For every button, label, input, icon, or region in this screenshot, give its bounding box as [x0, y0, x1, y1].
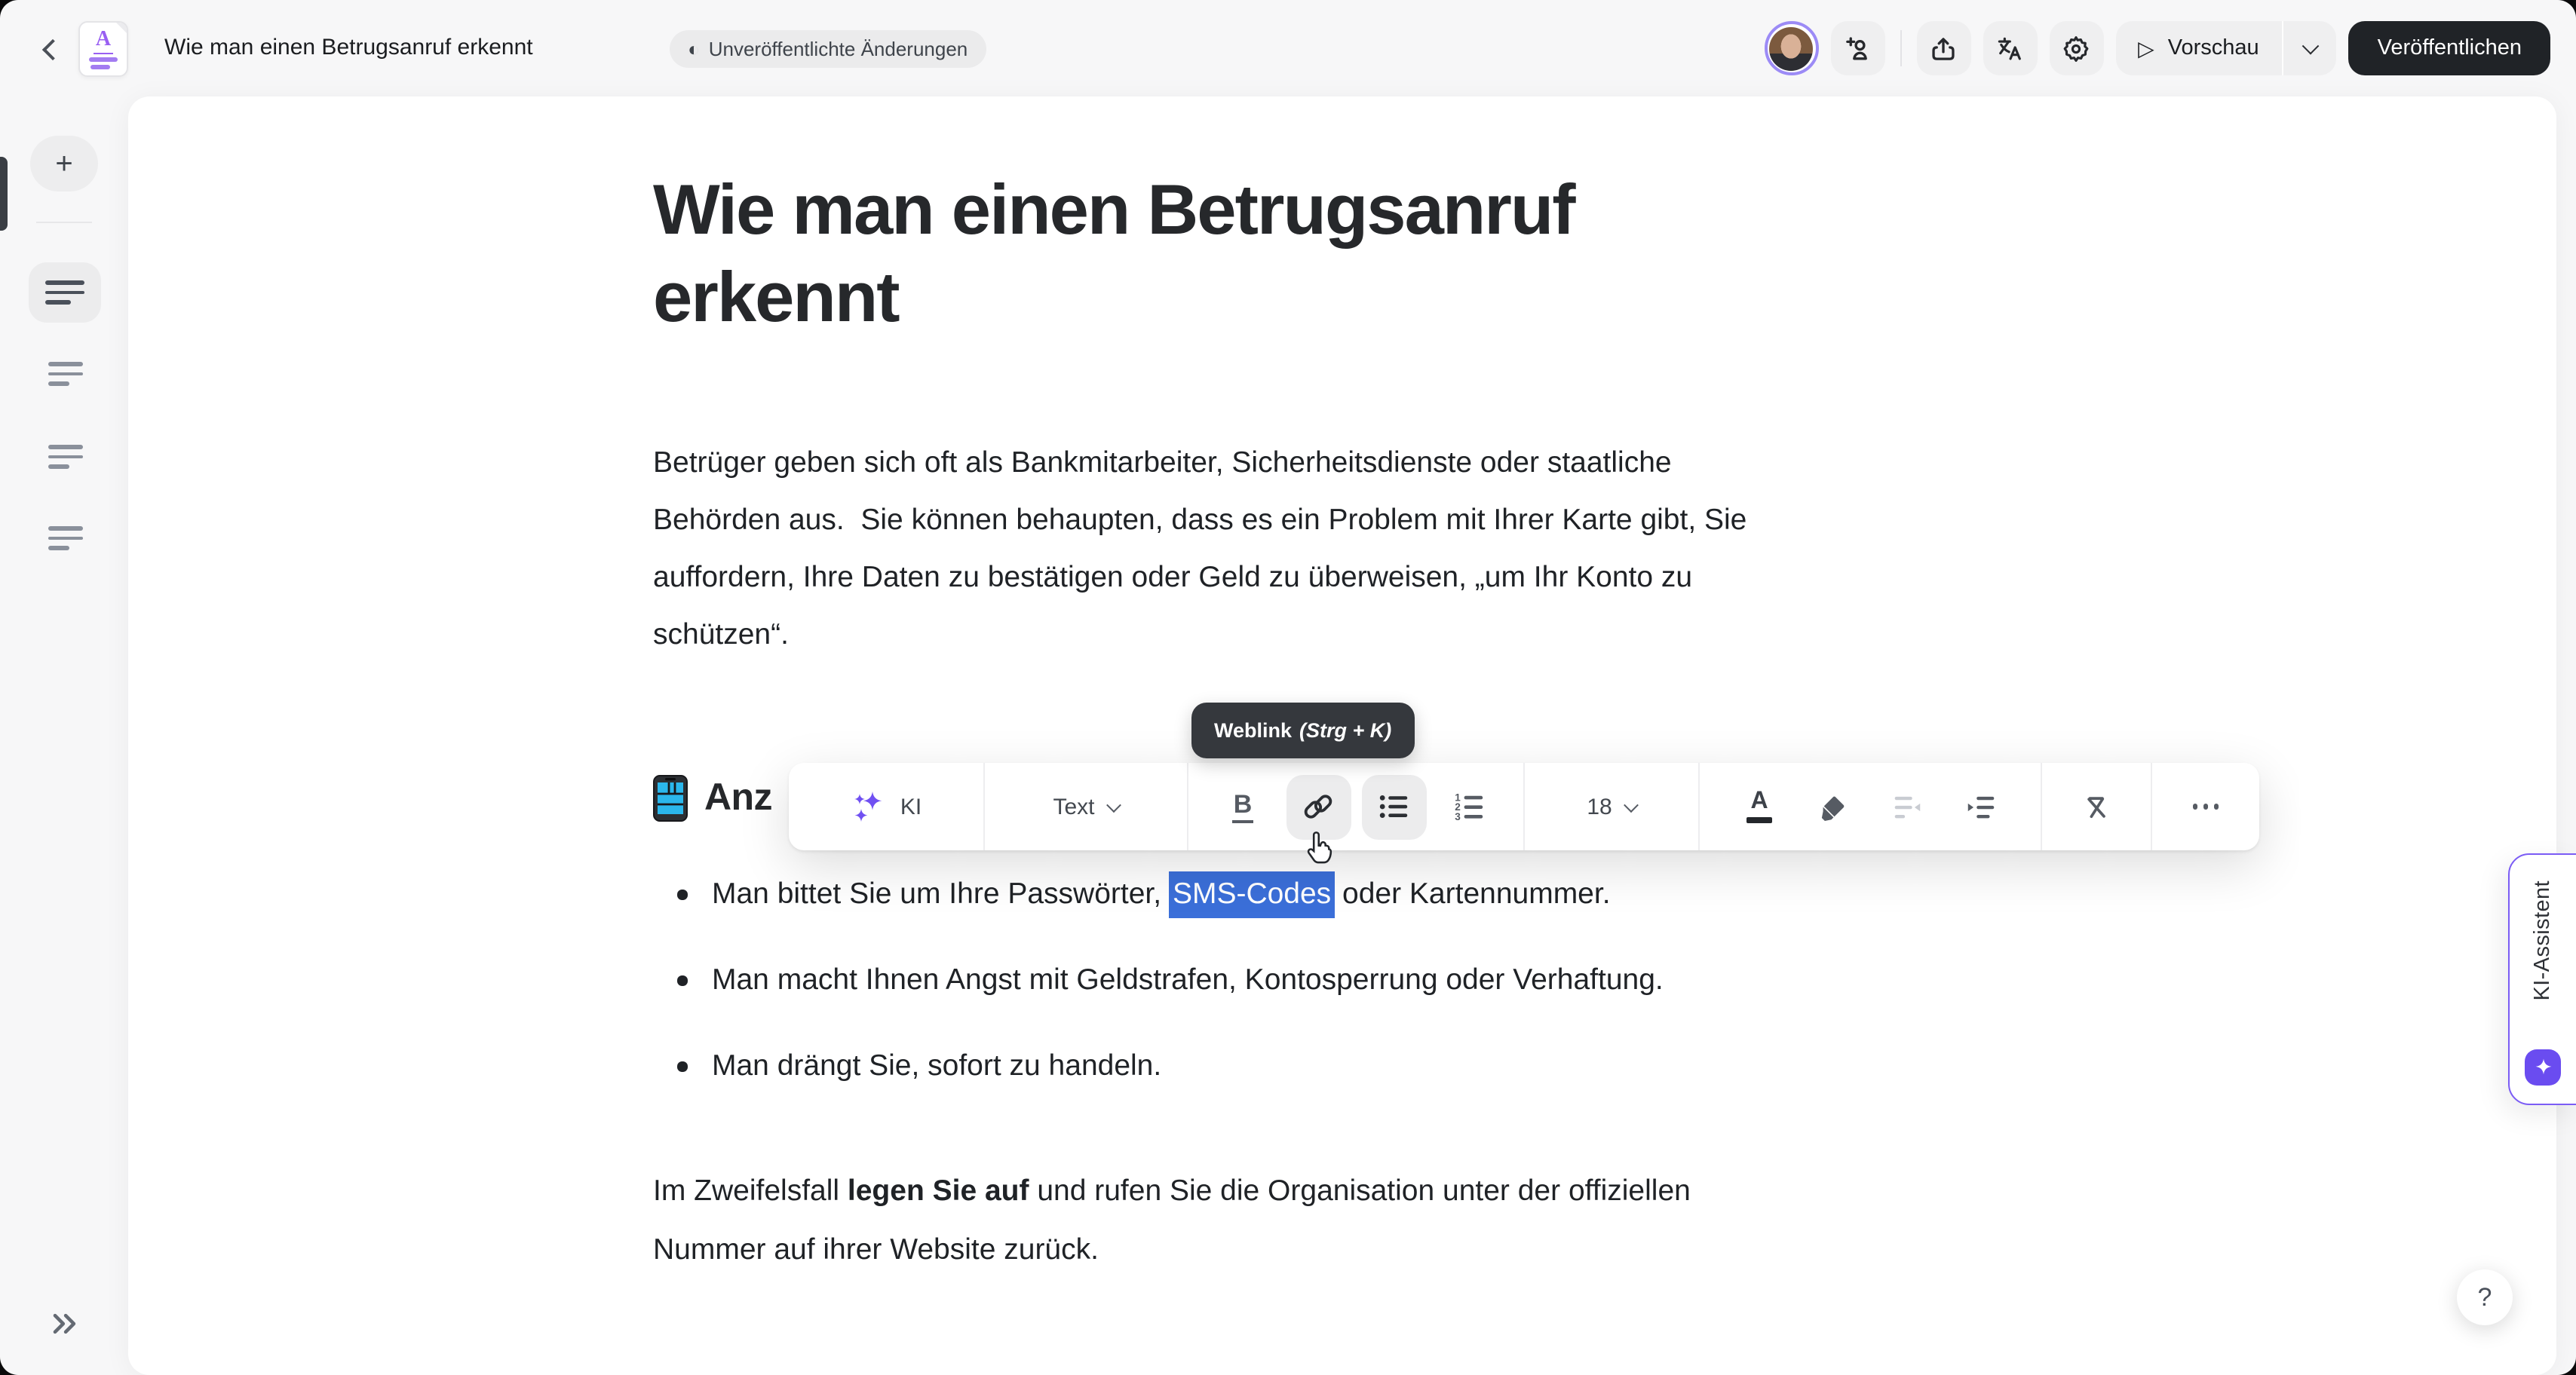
gear-icon [2060, 32, 2092, 64]
list-item: Man drängt Sie, sofort zu handeln. [653, 1043, 1664, 1089]
numbered-list-button[interactable]: 1 2 3 [1437, 774, 1501, 839]
page-fold-corner [115, 21, 128, 35]
chevron-left-icon [42, 39, 63, 60]
color-swatch [1746, 818, 1772, 824]
highlight-button[interactable] [1801, 774, 1866, 839]
chevron-down-icon [1106, 797, 1121, 812]
chevron-down-icon [1624, 797, 1639, 812]
expand-sidebar-button[interactable] [42, 1303, 87, 1348]
section-heading-text: Anz [704, 776, 772, 820]
format-buttons-group: B 1 2 3 [1188, 763, 1525, 850]
status-badge: ◐ Unveröffentlichte Änderungen [670, 30, 986, 68]
ai-button-label: KI [900, 794, 922, 819]
color-indent-group: A [1700, 763, 2042, 850]
mobile-phone-emoji [653, 775, 688, 822]
sparkles-icon [851, 789, 887, 825]
sidebar: + [0, 96, 128, 1375]
link-tooltip: Weblink (Strg + K) [1191, 703, 1414, 758]
document-title: Wie man einen Betrugsanruf erkennt [164, 0, 533, 96]
share-icon [1927, 32, 1959, 64]
play-icon: ▷ [2138, 35, 2154, 61]
indent-button[interactable] [1949, 774, 2013, 839]
svg-text:3: 3 [1455, 811, 1461, 822]
ai-button[interactable]: KI [789, 763, 985, 850]
chevron-down-icon [2302, 38, 2319, 55]
share-button[interactable] [1916, 21, 1970, 75]
ai-assistant-label: KI-Assistent [2531, 880, 2555, 1001]
preview-button-group: ▷ Vorschau [2115, 21, 2337, 75]
link-icon [1300, 789, 1336, 825]
document-icon: A [78, 21, 128, 77]
topbar-divider [1900, 30, 1901, 66]
sidebar-item-page-1[interactable] [29, 262, 101, 323]
avatar[interactable] [1764, 21, 1818, 75]
topbar-actions: ▷ Vorschau Veröffentlichen [1764, 21, 2550, 75]
clear-formatting-button[interactable] [2064, 774, 2129, 839]
sidebar-divider [36, 222, 92, 223]
text-color-button[interactable]: A [1727, 774, 1792, 839]
bullet-list-button[interactable] [1361, 774, 1426, 839]
highlighter-icon [1816, 789, 1851, 824]
sidebar-item-page-2[interactable] [29, 344, 101, 404]
more-options-button[interactable] [2152, 763, 2259, 850]
stage: A Wie man einen Betrugsanruf erkennt ◐ U… [0, 0, 2576, 1375]
font-size-dropdown[interactable]: 18 [1525, 763, 1700, 850]
unpublished-changes-icon: ◐ [688, 39, 700, 59]
settings-button[interactable] [2049, 21, 2103, 75]
text-style-dropdown[interactable]: Text [985, 763, 1188, 850]
sidebar-item-page-3[interactable] [29, 427, 101, 487]
add-person-icon [1842, 32, 1873, 64]
help-button[interactable]: ? [2457, 1269, 2513, 1325]
double-chevron-right-icon [45, 1303, 84, 1343]
list-item: Man macht Ihnen Angst mit Geldstrafen, K… [653, 957, 1664, 1003]
app-window: A Wie man einen Betrugsanruf erkennt ◐ U… [0, 0, 2576, 1375]
topbar: A Wie man einen Betrugsanruf erkennt ◐ U… [0, 0, 2576, 96]
outdent-icon [1890, 789, 1924, 824]
bold-button[interactable]: B [1210, 774, 1275, 839]
page-lines-icon [45, 281, 84, 305]
preview-button[interactable]: ▷ Vorschau [2115, 21, 2282, 75]
clear-formatting-icon [2079, 789, 2114, 824]
clear-formatting-group [2042, 763, 2152, 850]
avatar-photo [1769, 26, 1813, 70]
page-lines-icon [48, 527, 82, 550]
translate-button[interactable] [1983, 21, 2037, 75]
hand-cursor [1300, 826, 1342, 876]
selected-text[interactable]: SMS-Codes [1170, 871, 1334, 918]
ellipsis-icon [2193, 804, 2198, 810]
page-title: Wie man einen Betrugsanruf erkennt [653, 166, 1575, 341]
add-page-button[interactable]: + [30, 136, 98, 191]
publish-button[interactable]: Veröffentlichen [2349, 21, 2550, 75]
selected-page-edge-indicator [0, 157, 7, 231]
ai-assistant-icon [2525, 1049, 2561, 1086]
closing-paragraph: Im Zweifelsfall legen Sie auf und rufen … [653, 1162, 1691, 1279]
page-lines-icon [48, 363, 82, 386]
indent-icon [1964, 789, 1998, 824]
invite-collaborator-button[interactable] [1830, 21, 1884, 75]
page-lines-icon [48, 446, 82, 469]
intro-paragraph: Betrüger geben sich oft als Bankmitarbei… [653, 434, 1746, 663]
outdent-button[interactable] [1875, 774, 1940, 839]
list-item: Man bittet Sie um Ihre Passwörter, SMS-C… [653, 871, 1664, 917]
back-button[interactable] [33, 30, 72, 69]
status-badge-label: Unveröffentlichte Änderungen [709, 38, 968, 60]
text-format-toolbar: KI Text B 1 [789, 763, 2259, 850]
ai-assistant-tab[interactable]: KI-Assistent [2508, 853, 2576, 1105]
section-heading: Anz [653, 775, 772, 822]
preview-dropdown-button[interactable] [2284, 21, 2337, 75]
numbered-list-icon: 1 2 3 [1451, 789, 1487, 825]
bullet-list: Man bittet Sie um Ihre Passwörter, SMS-C… [653, 871, 1664, 1089]
translate-icon [1994, 32, 2026, 64]
preview-label: Vorschau [2168, 36, 2259, 60]
sidebar-item-page-4[interactable] [29, 508, 101, 568]
bullet-list-icon [1375, 789, 1412, 825]
